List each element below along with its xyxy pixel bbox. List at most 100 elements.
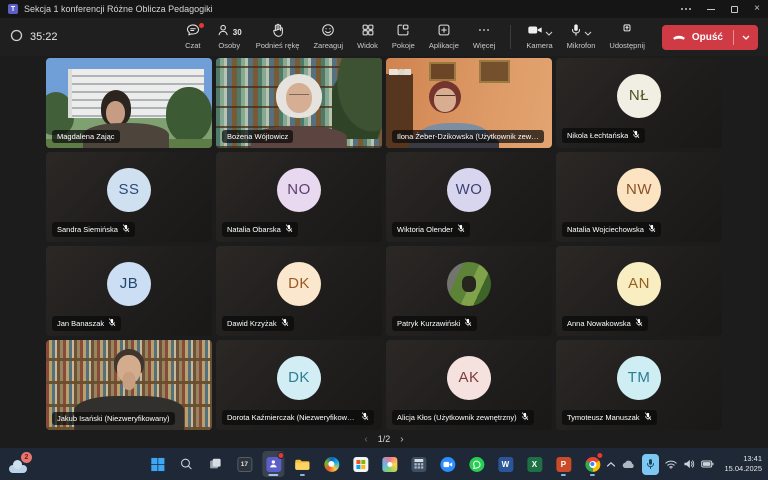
avatar-photo xyxy=(447,262,491,306)
clock-date: 15.04.2025 xyxy=(724,464,762,474)
volume-icon[interactable] xyxy=(683,459,695,469)
toolbar-rooms-button[interactable]: Pokoje xyxy=(385,22,422,52)
zoom-app-icon[interactable] xyxy=(436,451,458,477)
participant-tile[interactable]: WOWiktoria Olender xyxy=(386,152,552,242)
close-button[interactable]: × xyxy=(754,4,760,14)
taskbar-clock[interactable]: 13:41 15.04.2025 xyxy=(724,454,762,474)
leave-button[interactable]: Opuść xyxy=(662,25,758,50)
toolbar-more-button[interactable]: Więcej xyxy=(466,22,503,52)
participant-tile[interactable]: DKDorota Kaźmierczak (Niezweryfikowan... xyxy=(216,340,382,430)
participant-tile[interactable]: Bożena Wójtowicz xyxy=(216,58,382,148)
toolbar-microphone-button[interactable]: Mikrofon xyxy=(560,22,603,52)
participant-tile[interactable]: Jakub Isański (Niezweryfikowany) xyxy=(46,340,212,430)
onedrive-icon[interactable] xyxy=(622,460,636,469)
running-indicator xyxy=(590,474,595,476)
whatsapp-icon[interactable] xyxy=(465,451,487,477)
avatar-initials: SS xyxy=(107,168,151,212)
window-title: Sekcja 1 konferencji Różne Oblicza Pedag… xyxy=(24,4,213,14)
copilot-icon[interactable] xyxy=(320,451,342,477)
clock-time: 13:41 xyxy=(724,454,762,464)
participant-name-pill: Natalia Wojciechowska xyxy=(562,222,661,237)
mic-off-icon xyxy=(361,412,369,423)
weather-widget[interactable]: 2 xyxy=(8,452,32,476)
file-explorer-icon[interactable] xyxy=(291,451,313,477)
participant-name-pill: Ilona Żeber-Dzikowska (Użytkownik zewnę.… xyxy=(392,130,544,143)
participant-name-pill: Jan Banaszak xyxy=(52,316,121,331)
toolbar-button-label: Zareaguj xyxy=(313,41,343,50)
toolbar-camera-button[interactable]: Kamera xyxy=(519,22,559,52)
weather-badge: 2 xyxy=(21,452,32,463)
toolbar-devices: Kamera Mikrofon Udostępnij xyxy=(519,22,651,52)
toolbar-button-label: Pokoje xyxy=(392,41,415,50)
avatar-initials: NŁ xyxy=(617,74,661,118)
participant-name: Nikola Łechtańska xyxy=(567,131,628,140)
teams-app-icon[interactable] xyxy=(262,451,284,477)
participant-name-pill: Dorota Kaźmierczak (Niezweryfikowan... xyxy=(222,410,374,425)
toolbar-button-label: Udostępnij xyxy=(609,41,644,50)
page-prev-chevron[interactable]: ‹ xyxy=(364,434,367,445)
participant-tile[interactable]: NW Natalia Wojciechowska xyxy=(556,152,722,242)
photos-icon[interactable] xyxy=(378,451,400,477)
participant-name: Jan Banaszak xyxy=(57,319,104,328)
toolbar-chat-button[interactable]: Czat xyxy=(176,22,210,52)
participant-tile[interactable]: SSSandra Siemińska xyxy=(46,152,212,242)
toolbar-people-button[interactable]: 30Osoby xyxy=(210,22,249,52)
participant-tile[interactable]: Magdalena Zając xyxy=(46,58,212,148)
camera-chevron-icon[interactable] xyxy=(545,23,553,41)
participant-tile[interactable]: NŁ Nikola Łechtańska xyxy=(556,58,722,148)
meeting-status-ring-icon xyxy=(10,29,23,45)
toolbar-share-button[interactable]: Udostępnij xyxy=(602,22,651,52)
toolbar-apps-button[interactable]: Aplikacje xyxy=(422,22,466,52)
powerpoint-icon[interactable]: P xyxy=(552,451,574,477)
wifi-icon[interactable] xyxy=(665,460,677,469)
tray-chevron-up-icon[interactable] xyxy=(606,461,616,468)
meeting-toolbar: 35:22 Czat30OsobyPodnieś rękęZareagujWid… xyxy=(0,18,768,56)
participant-name: Natalia Wojciechowska xyxy=(567,225,644,234)
mic-off-icon xyxy=(281,318,289,329)
toolbar-button-label: Mikrofon xyxy=(567,41,596,50)
participant-tile[interactable]: DKDawid Krzyżak xyxy=(216,246,382,336)
widget-icon[interactable]: 17 xyxy=(233,451,255,477)
participant-tile[interactable]: JBJan Banaszak xyxy=(46,246,212,336)
minimize-button[interactable] xyxy=(707,9,715,10)
participant-tile[interactable]: NO Natalia Obarska xyxy=(216,152,382,242)
participant-tile[interactable]: ANAnna Nowakowska xyxy=(556,246,722,336)
participant-name-pill: Natalia Obarska xyxy=(222,222,298,237)
page-next-chevron[interactable]: › xyxy=(400,434,403,445)
toolbar-react-button[interactable]: Zareaguj xyxy=(306,22,350,52)
participant-tile[interactable]: AKAlicja Kłos (Użytkownik zewnętrzny) xyxy=(386,340,552,430)
toolbar-view-button[interactable]: Widok xyxy=(350,22,385,52)
microphone-chevron-icon[interactable] xyxy=(584,23,592,41)
battery-icon[interactable] xyxy=(701,460,714,468)
participant-tile[interactable]: TMTymoteusz Manuszak xyxy=(556,340,722,430)
avatar-initials: WO xyxy=(447,168,491,212)
avatar-initials: NO xyxy=(277,168,321,212)
word-icon[interactable]: W xyxy=(494,451,516,477)
microsoft-store-icon[interactable] xyxy=(349,451,371,477)
avatar-initials: NW xyxy=(617,168,661,212)
start-button[interactable] xyxy=(146,451,168,477)
windows-taskbar: 2 17 WXP 13:41 15.04.2025 xyxy=(0,448,768,480)
toolbar-raise-hand-button[interactable]: Podnieś rękę xyxy=(249,22,307,52)
taskbar-apps: 17 WXP xyxy=(146,448,603,480)
search-button[interactable] xyxy=(175,451,197,477)
titlebar-more-icon[interactable] xyxy=(681,8,691,10)
excel-icon[interactable]: X xyxy=(523,451,545,477)
microphone-icon xyxy=(570,23,582,42)
maximize-button[interactable] xyxy=(731,6,738,13)
participant-tile[interactable]: Patryk Kurzawiński xyxy=(386,246,552,336)
system-tray: 13:41 15.04.2025 xyxy=(606,448,762,480)
participant-name-pill: Patryk Kurzawiński xyxy=(392,316,477,331)
task-view-button[interactable] xyxy=(204,451,226,477)
leave-options-chevron[interactable] xyxy=(734,35,758,40)
mic-off-icon xyxy=(632,130,640,141)
chrome-icon[interactable] xyxy=(581,451,603,477)
react-icon xyxy=(321,23,335,42)
active-microphone-indicator[interactable] xyxy=(642,454,659,475)
mic-glyph xyxy=(642,454,659,475)
toolbar-button-label: Kamera xyxy=(526,41,552,50)
calculator-icon[interactable] xyxy=(407,451,429,477)
mic-off-icon xyxy=(464,318,472,329)
toolbar-button-label: Aplikacje xyxy=(429,41,459,50)
participant-tile[interactable]: Ilona Żeber-Dzikowska (Użytkownik zewnę.… xyxy=(386,58,552,148)
